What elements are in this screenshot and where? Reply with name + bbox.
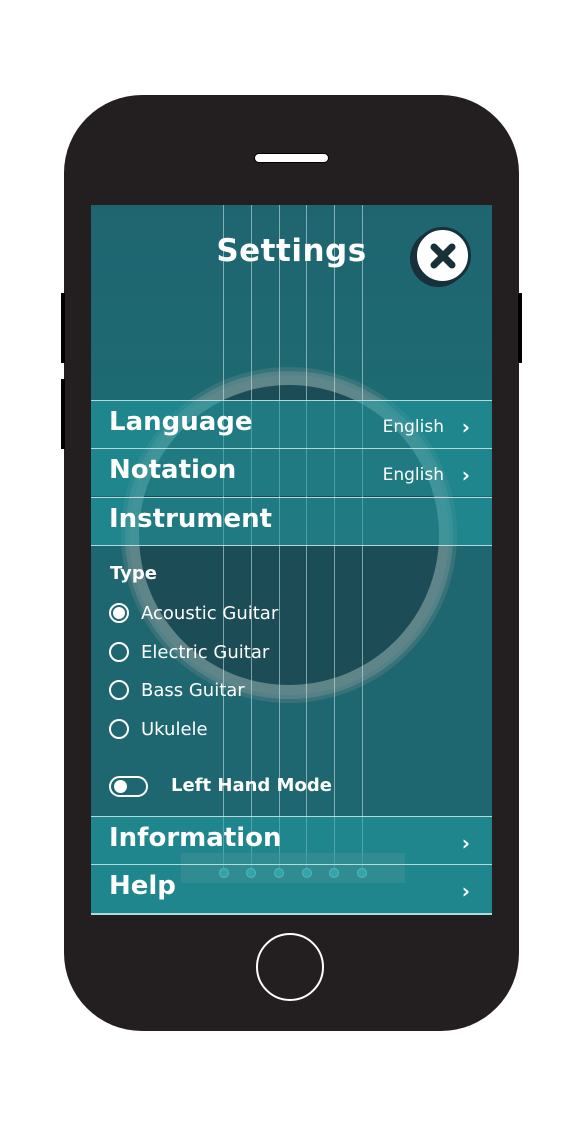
language-label: Language [109, 407, 253, 437]
notation-row[interactable]: Notation English › [91, 448, 492, 496]
radio-button[interactable] [109, 719, 129, 739]
language-value: English [382, 417, 444, 437]
close-button[interactable] [414, 227, 471, 284]
left-hand-mode-toggle[interactable] [109, 776, 148, 797]
app-screen: Settings Language English › Notation Eng… [91, 205, 492, 915]
information-label: Information [109, 823, 282, 853]
radio-button[interactable] [109, 642, 129, 662]
radio-acoustic-guitar[interactable]: Acoustic Guitar [109, 601, 278, 625]
left-hand-mode-label: Left Hand Mode [171, 775, 332, 796]
help-row[interactable]: Help › [91, 864, 492, 915]
power-button [518, 293, 522, 363]
radio-electric-guitar[interactable]: Electric Guitar [109, 640, 269, 664]
chevron-right-icon: › [461, 415, 470, 439]
radio-bass-guitar[interactable]: Bass Guitar [109, 678, 245, 702]
radio-ukulele[interactable]: Ukulele [109, 717, 208, 741]
chevron-right-icon: › [461, 831, 470, 855]
radio-label: Electric Guitar [141, 641, 270, 663]
speaker-grille [254, 153, 329, 163]
radio-label: Acoustic Guitar [141, 602, 279, 624]
close-x-icon [430, 243, 455, 268]
radio-label: Bass Guitar [141, 679, 245, 701]
instrument-label: Instrument [109, 504, 273, 534]
instrument-row: Instrument [91, 497, 492, 546]
notation-value: English [382, 465, 444, 485]
radio-selected-dot [113, 607, 125, 619]
volume-up-button [61, 293, 65, 363]
language-row[interactable]: Language English › [91, 400, 492, 448]
chevron-right-icon: › [461, 463, 470, 487]
radio-label: Ukulele [141, 718, 208, 740]
toggle-knob [114, 780, 127, 793]
chevron-right-icon: › [461, 879, 470, 903]
notation-label: Notation [109, 455, 237, 485]
help-label: Help [109, 871, 176, 901]
volume-down-button [61, 379, 65, 449]
home-button[interactable] [256, 933, 324, 1001]
information-row[interactable]: Information › [91, 816, 492, 864]
radio-button[interactable] [109, 680, 129, 700]
type-label: Type [110, 563, 157, 584]
radio-button[interactable] [109, 603, 129, 623]
